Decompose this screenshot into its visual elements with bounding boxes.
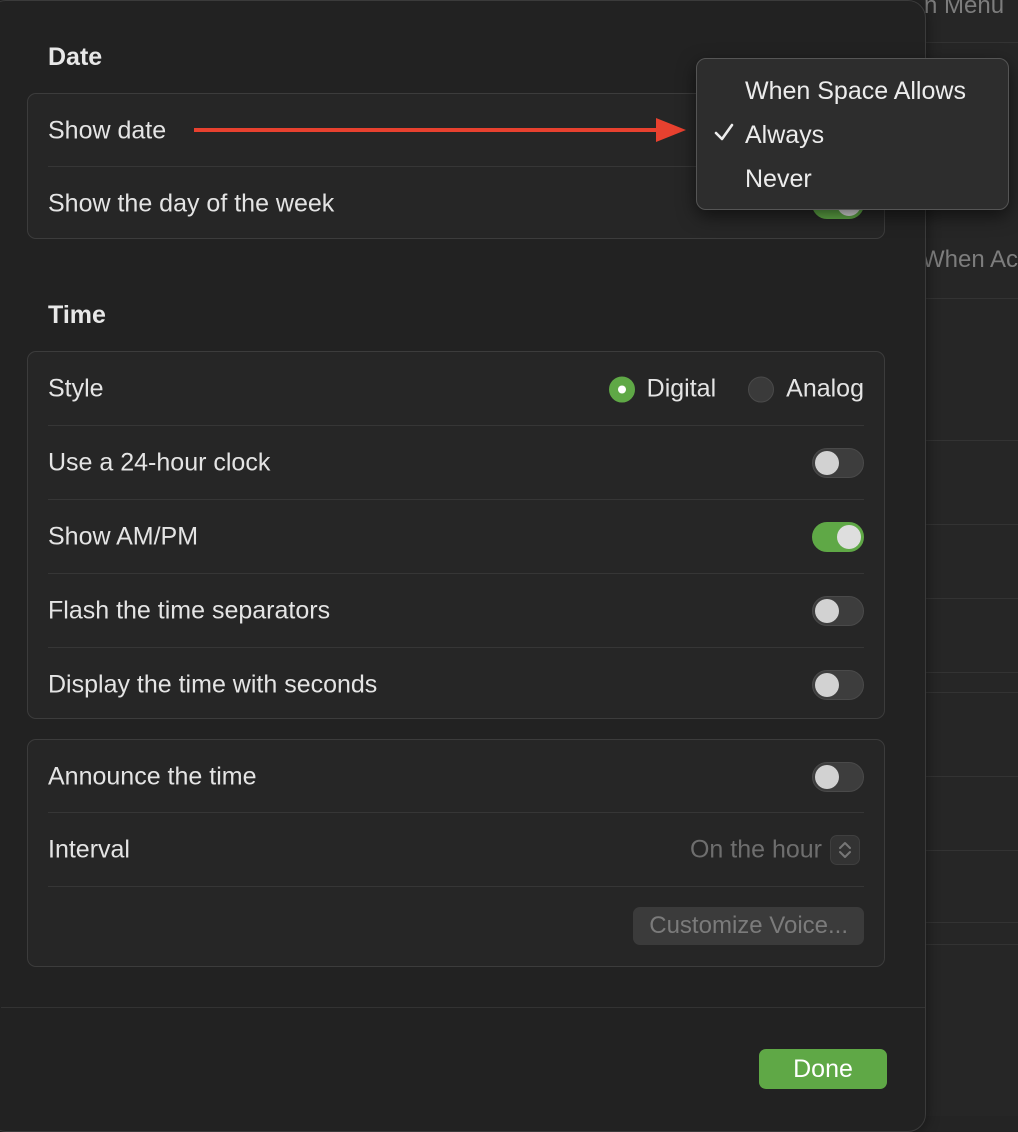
- show-date-menu: When Space Allows Always Never: [696, 58, 1009, 210]
- announce-time-toggle[interactable]: [812, 762, 864, 792]
- display-seconds-row: Display the time with seconds: [48, 648, 864, 722]
- toggle-knob: [815, 451, 839, 475]
- analog-option[interactable]: Analog: [748, 375, 864, 404]
- analog-radio[interactable]: [748, 376, 775, 402]
- flash-separators-toggle[interactable]: [812, 596, 864, 626]
- interval-popup-chevron-icon[interactable]: [830, 835, 860, 865]
- background-divider: [924, 524, 1018, 525]
- customize-voice-button[interactable]: Customize Voice...: [633, 907, 864, 945]
- 24-hour-clock-toggle[interactable]: [812, 448, 864, 478]
- background-divider: [924, 944, 1018, 945]
- show-day-of-week-label: Show the day of the week: [48, 189, 335, 218]
- background-menu-text: n Menu: [924, 0, 1005, 19]
- style-radio-group: Digital Analog: [577, 375, 864, 404]
- interval-row: Interval On the hour: [48, 813, 864, 887]
- flash-separators-row: Flash the time separators: [48, 574, 864, 648]
- red-arrow-icon: [194, 118, 686, 142]
- display-seconds-label: Display the time with seconds: [48, 670, 378, 699]
- background-divider: [924, 672, 1018, 673]
- flash-separators-label: Flash the time separators: [48, 596, 331, 625]
- background-divider: [924, 440, 1018, 441]
- time-section-title: Time: [48, 301, 106, 329]
- show-am-pm-row: Show AM/PM: [48, 500, 864, 574]
- toggle-knob: [815, 765, 839, 789]
- show-date-label: Show date: [48, 116, 167, 145]
- date-section-title: Date: [48, 43, 103, 71]
- style-row: Style Digital Analog: [48, 352, 864, 426]
- display-seconds-toggle[interactable]: [812, 670, 864, 700]
- background-divider: [924, 922, 1018, 923]
- 24-hour-clock-label: Use a 24-hour clock: [48, 448, 271, 477]
- toggle-knob: [815, 599, 839, 623]
- done-button[interactable]: Done: [759, 1049, 887, 1089]
- digital-option[interactable]: Digital: [608, 374, 717, 404]
- show-am-pm-toggle[interactable]: [812, 522, 864, 552]
- menu-item-when-space-allows[interactable]: When Space Allows: [745, 77, 966, 106]
- toggle-knob: [815, 673, 839, 697]
- interval-label: Interval: [48, 835, 130, 864]
- background-divider: [924, 42, 1018, 43]
- toggle-knob: [837, 525, 861, 549]
- background-divider: [924, 850, 1018, 851]
- announce-group: Announce the time Interval On the hour C…: [27, 739, 885, 967]
- announce-time-label: Announce the time: [48, 762, 257, 791]
- interval-popup-value[interactable]: On the hour: [690, 836, 822, 865]
- show-am-pm-label: Show AM/PM: [48, 522, 199, 551]
- background-divider: [924, 776, 1018, 777]
- digital-label: Digital: [646, 374, 717, 403]
- background-divider: [924, 298, 1018, 299]
- footer-divider: [1, 1007, 925, 1008]
- background-when-text: When Ac: [922, 246, 1018, 273]
- digital-radio[interactable]: [608, 376, 635, 402]
- row-divider: [48, 886, 864, 887]
- checkmark-icon: [713, 121, 735, 150]
- menu-item-always[interactable]: Always: [745, 121, 824, 150]
- 24-hour-clock-row: Use a 24-hour clock: [48, 426, 864, 500]
- time-group: Style Digital Analog Use a 24-hour clock: [27, 351, 885, 719]
- background-divider: [924, 598, 1018, 599]
- announce-time-row: Announce the time: [48, 740, 864, 814]
- menu-item-never[interactable]: Never: [745, 165, 812, 194]
- background-divider: [924, 692, 1018, 693]
- style-label: Style: [48, 374, 104, 403]
- analog-label: Analog: [786, 374, 864, 403]
- customize-voice-row: Customize Voice...: [48, 889, 864, 963]
